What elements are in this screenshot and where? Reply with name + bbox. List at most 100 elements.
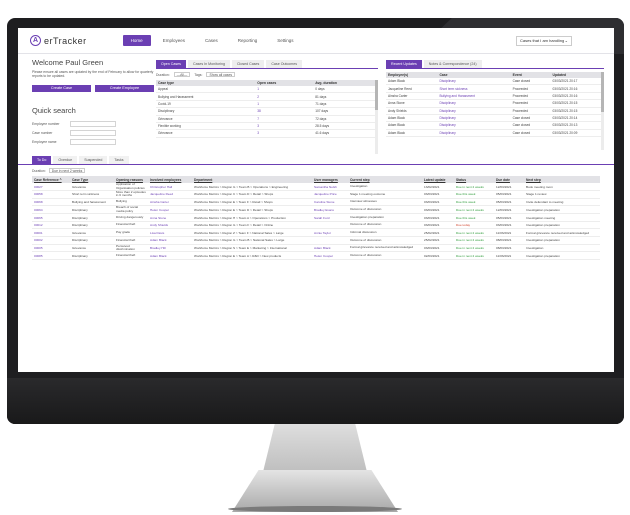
table-cell[interactable] xyxy=(312,236,348,245)
table-row[interactable]: Andy Shields Disciplinary Proceeded 03/03/2… xyxy=(386,107,604,115)
create-case-button[interactable]: Create Case xyxy=(32,84,91,92)
table-cell[interactable]: Disciplinary xyxy=(437,107,511,115)
table-row[interactable]: 00085 Disciplinary Financial theft Adam Bla… xyxy=(32,251,600,260)
table-cell[interactable]: 00002 xyxy=(32,236,70,245)
table-cell[interactable]: Caroline Stone xyxy=(312,198,348,207)
table-cell[interactable]: Christopher Hall xyxy=(148,183,192,192)
column-header[interactable]: Status xyxy=(454,176,494,183)
table-cell[interactable]: Disciplinary xyxy=(437,114,511,123)
tab-overdue[interactable]: Overdue xyxy=(53,156,78,164)
table-row[interactable]: Appeal 1 0 days xyxy=(156,86,378,94)
tab-notes-correspondence-24-[interactable]: Notes & Correspondence (24) xyxy=(423,60,482,68)
table-cell[interactable]: Disciplinary xyxy=(437,99,511,108)
column-header[interactable]: Department xyxy=(192,176,312,183)
table-cell[interactable]: 7 xyxy=(255,115,314,123)
tab-case-outcomes[interactable]: Case Outcomes xyxy=(266,60,303,68)
table-cell[interactable]: 00065 xyxy=(32,213,70,222)
column-header[interactable]: Case Reference ^ xyxy=(32,176,70,183)
table-cell[interactable]: 1 xyxy=(255,100,314,109)
table-cell[interactable]: Annie Taylor xyxy=(312,228,348,238)
column-header[interactable]: Latest update xyxy=(422,176,454,183)
table-row[interactable]: 00012 Disciplinary Financial theft Andy Shi… xyxy=(32,221,600,230)
table-row[interactable]: 00065 Disciplinary Driving dangerously Anna… xyxy=(32,213,600,222)
table-row[interactable]: Bullying and Harassment 2 81 days xyxy=(156,92,378,101)
logo[interactable]: A erTracker xyxy=(30,35,87,46)
column-header[interactable]: Due date xyxy=(494,176,524,183)
table-cell[interactable]: Short term sickness xyxy=(437,84,511,93)
employee-name-input[interactable] xyxy=(70,138,116,145)
table-cell[interactable]: 38 xyxy=(255,107,314,116)
tab-cases-in-monitoring[interactable]: Cases In Monitoring xyxy=(187,60,230,68)
table-cell[interactable]: Lisa Davis xyxy=(148,228,192,238)
table-row[interactable]: 00005 Grievance Perceived discrimination Br… xyxy=(32,244,600,253)
table-cell[interactable]: Disciplinary xyxy=(437,129,511,138)
table-cell[interactable]: Bradley Evans xyxy=(312,205,348,215)
table-cell[interactable]: 00085 xyxy=(32,251,70,260)
nav-tab-reporting[interactable]: Reporting xyxy=(230,35,266,46)
table-row[interactable]: Adam Black Disciplinary Case closed 03/03/2… xyxy=(386,114,604,123)
column-header[interactable]: User managers xyxy=(312,176,348,183)
nav-tab-employees[interactable]: Employees xyxy=(155,35,193,46)
nav-tab-cases[interactable]: Cases xyxy=(197,35,226,46)
create-employee-button[interactable]: Create Employee xyxy=(95,84,154,92)
column-header[interactable]: Opening reasons xyxy=(114,176,148,183)
table-row[interactable]: Grievance 7 72 days xyxy=(156,115,378,123)
column-header[interactable]: Current step xyxy=(348,176,422,183)
table-cell[interactable]: Disciplinary xyxy=(437,78,511,86)
open-cases-scrollbar[interactable] xyxy=(375,80,378,154)
table-cell[interactable]: 00012 xyxy=(32,221,70,230)
table-row[interactable]: 00027 Grievance Application of Organisatio… xyxy=(32,183,600,192)
table-cell[interactable]: 1 xyxy=(255,86,314,94)
table-row[interactable]: 00058 Short term sickness More than 2 epis… xyxy=(32,190,600,199)
table-row[interactable]: Adam Black Disciplinary Case closed 03/03/2… xyxy=(386,129,604,138)
table-row[interactable]: 00068 Bullying and harassment Bullying Ains… xyxy=(32,198,600,207)
table-cell[interactable] xyxy=(312,221,348,230)
table-cell[interactable]: Anna Stone xyxy=(148,213,192,222)
table-row[interactable]: Flexible working 3 28.5 days xyxy=(156,122,378,131)
table-cell[interactable]: 00005 xyxy=(32,244,70,253)
tab-recent-updates[interactable]: Recent Updates xyxy=(386,60,422,68)
table-cell[interactable]: 2 xyxy=(255,92,314,101)
table-cell[interactable]: 00068 xyxy=(32,198,70,207)
table-row[interactable]: Adam Black Disciplinary Case closed 03/03/2… xyxy=(386,121,604,130)
table-cell[interactable]: Jacqueline Reed xyxy=(148,190,192,199)
table-row[interactable]: Covid-19 1 71 days xyxy=(156,100,378,109)
table-row[interactable]: Adam Black Disciplinary Case closed 03/03/2… xyxy=(386,78,604,86)
table-cell[interactable]: Disciplinary xyxy=(437,121,511,130)
column-header[interactable]: Next step xyxy=(524,176,600,183)
case-filter-select[interactable]: Cases that I am handling ⌄ xyxy=(516,35,572,46)
table-row[interactable]: 00064 Disciplinary Breach of social media … xyxy=(32,205,600,215)
nav-tab-home[interactable]: Home xyxy=(122,35,151,46)
todo-duration-select[interactable]: Due in next 2 weeks xyxy=(48,168,86,173)
table-cell[interactable]: Samantha Nelsh xyxy=(312,183,348,192)
table-row[interactable]: Jacqueline Reed Short term sickness Procee… xyxy=(386,84,604,93)
tags-select[interactable]: Show all cases xyxy=(206,72,236,77)
table-cell[interactable]: Jacqueline Price xyxy=(312,190,348,199)
tab-open-cases[interactable]: Open Cases xyxy=(156,60,186,68)
table-row[interactable]: Anna Stone Disciplinary Proceeded 03/03/202… xyxy=(386,99,604,108)
table-cell[interactable]: 00064 xyxy=(32,205,70,215)
table-cell[interactable]: Adam Black xyxy=(312,244,348,253)
table-cell[interactable]: 00001 xyxy=(32,228,70,238)
employee-number-input[interactable] xyxy=(70,120,116,127)
table-cell[interactable]: Adam Black xyxy=(148,251,192,260)
table-row[interactable]: 00001 Grievance Pay grade Lisa Davis Workfor… xyxy=(32,228,600,238)
table-cell[interactable]: Helen Cooper xyxy=(312,251,348,260)
column-header[interactable]: Case Type xyxy=(70,176,114,183)
table-row[interactable]: 00002 Disciplinary Financial theft Adam Bla… xyxy=(32,236,600,245)
table-cell[interactable]: 3 xyxy=(255,122,314,131)
table-cell[interactable]: Ainsha Carter xyxy=(148,198,192,207)
table-cell[interactable]: 00027 xyxy=(32,183,70,192)
table-cell[interactable]: Sarah Ford xyxy=(312,213,348,222)
updates-scrollbar[interactable] xyxy=(601,72,604,150)
table-cell[interactable]: Bradley Hill xyxy=(148,244,192,253)
tab-closed-cases[interactable]: Closed Cases xyxy=(231,60,265,68)
table-cell[interactable]: Andy Shields xyxy=(148,221,192,230)
case-number-input[interactable] xyxy=(70,129,116,136)
tab-to-do[interactable]: To Do xyxy=(32,156,52,164)
table-cell[interactable]: 3 xyxy=(255,129,314,138)
column-header[interactable]: Involved employees xyxy=(148,176,192,183)
nav-tab-settings[interactable]: Settings xyxy=(269,35,301,46)
table-row[interactable]: Ainsha Carter Bullying and Harassment Proc… xyxy=(386,92,604,101)
table-cell[interactable]: Helen Cooper xyxy=(148,205,192,215)
